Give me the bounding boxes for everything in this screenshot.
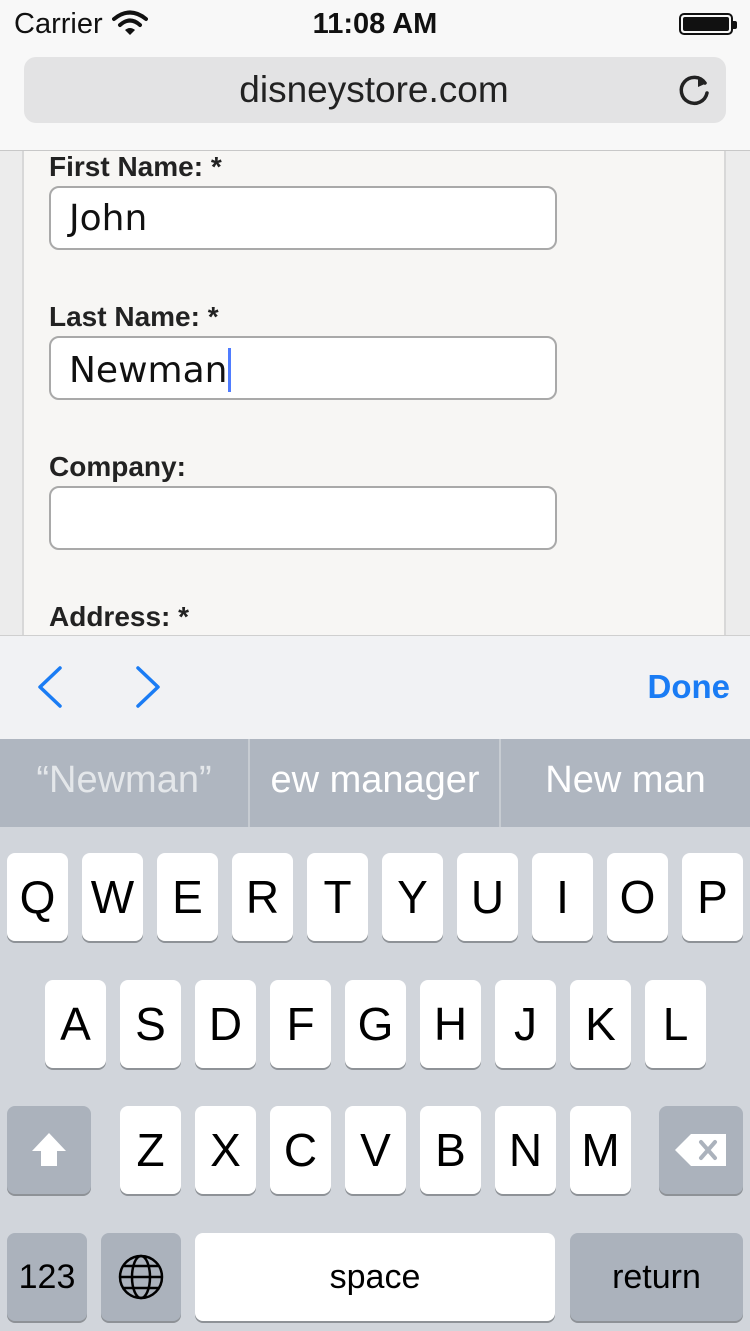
key-o[interactable]: O xyxy=(607,853,668,941)
key-w[interactable]: W xyxy=(82,853,143,941)
globe-icon xyxy=(118,1254,164,1300)
first-name-label: First Name: * xyxy=(49,151,222,182)
url-text[interactable]: disneystore.com xyxy=(24,69,724,111)
clock: 11:08 AM xyxy=(312,8,438,40)
key-t[interactable]: T xyxy=(307,853,368,941)
key-e[interactable]: E xyxy=(157,853,218,941)
key-z[interactable]: Z xyxy=(120,1106,181,1194)
company-label: Company: xyxy=(49,451,186,482)
key-c[interactable]: C xyxy=(270,1106,331,1194)
key-m[interactable]: M xyxy=(570,1106,631,1194)
last-name-field[interactable]: Newman xyxy=(49,336,557,400)
last-name-value: Newman xyxy=(69,350,228,391)
previous-field-icon[interactable] xyxy=(32,664,68,710)
browser-toolbar: disneystore.com xyxy=(0,48,750,151)
predictive-bar: “Newman” ew manager New man xyxy=(0,739,750,827)
key-u[interactable]: U xyxy=(457,853,518,941)
backspace-icon xyxy=(675,1134,726,1166)
last-name-label: Last Name: * xyxy=(49,301,219,332)
key-a[interactable]: A xyxy=(45,980,106,1068)
return-key[interactable]: return xyxy=(570,1233,743,1321)
key-b[interactable]: B xyxy=(420,1106,481,1194)
key-l[interactable]: L xyxy=(645,980,706,1068)
key-h[interactable]: H xyxy=(420,980,481,1068)
key-r[interactable]: R xyxy=(232,853,293,941)
numbers-key[interactable]: 123 xyxy=(7,1233,87,1321)
shipping-form: First Name: * John Last Name: * Newman C… xyxy=(22,151,726,635)
shift-key[interactable] xyxy=(7,1106,91,1194)
key-k[interactable]: K xyxy=(570,980,631,1068)
first-name-value: John xyxy=(69,198,148,239)
key-x[interactable]: X xyxy=(195,1106,256,1194)
space-key[interactable]: space xyxy=(195,1233,555,1321)
delete-key[interactable] xyxy=(659,1106,743,1194)
key-s[interactable]: S xyxy=(120,980,181,1068)
text-cursor xyxy=(228,348,232,392)
shift-icon xyxy=(32,1133,66,1166)
key-p[interactable]: P xyxy=(682,853,743,941)
key-n[interactable]: N xyxy=(495,1106,556,1194)
done-button[interactable]: Done xyxy=(648,668,731,706)
globe-key[interactable] xyxy=(101,1233,181,1321)
address-bar[interactable]: disneystore.com xyxy=(24,57,726,123)
key-i[interactable]: I xyxy=(532,853,593,941)
status-bar: Carrier 11:08 AM xyxy=(0,0,750,48)
suggestion-literal[interactable]: “Newman” xyxy=(0,739,248,827)
company-field[interactable] xyxy=(49,486,557,550)
battery-icon xyxy=(679,13,737,35)
keyboard: Q W E R T Y U I O P A S D F G H J K L Z … xyxy=(0,827,750,1331)
reload-icon[interactable] xyxy=(674,71,714,111)
key-g[interactable]: G xyxy=(345,980,406,1068)
key-j[interactable]: J xyxy=(495,980,556,1068)
address-label: Address: * xyxy=(49,601,190,632)
key-v[interactable]: V xyxy=(345,1106,406,1194)
suggestion-middle[interactable]: ew manager xyxy=(250,739,500,827)
suggestion-right[interactable]: New man xyxy=(501,739,750,827)
key-y[interactable]: Y xyxy=(382,853,443,941)
key-f[interactable]: F xyxy=(270,980,331,1068)
first-name-field[interactable]: John xyxy=(49,186,557,250)
key-d[interactable]: D xyxy=(195,980,256,1068)
form-accessory-bar: Done xyxy=(0,635,750,740)
web-page: First Name: * John Last Name: * Newman C… xyxy=(0,151,750,635)
next-field-icon[interactable] xyxy=(130,664,166,710)
key-q[interactable]: Q xyxy=(7,853,68,941)
